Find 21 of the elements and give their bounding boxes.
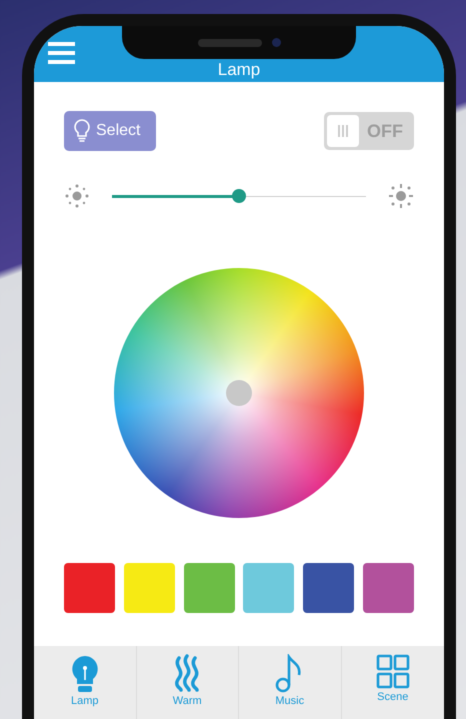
power-toggle[interactable]: OFF: [324, 112, 414, 150]
color-swatch[interactable]: [64, 563, 115, 613]
select-button[interactable]: Select: [64, 111, 156, 151]
color-picker-handle[interactable]: [226, 380, 252, 406]
bright-sun-icon: [388, 183, 414, 209]
dim-sun-icon: [64, 183, 90, 209]
tab-label[interactable]: Scene: [377, 691, 408, 704]
color-swatch[interactable]: [124, 563, 175, 613]
color-swatch[interactable]: [362, 563, 414, 613]
lightbulb-icon[interactable]: [70, 654, 100, 694]
tab-label[interactable]: Warm: [172, 695, 202, 708]
tab-label[interactable]: Music: [275, 695, 304, 708]
brightness-slider[interactable]: [112, 189, 366, 203]
color-swatch[interactable]: [243, 563, 294, 613]
color-swatch[interactable]: [184, 563, 235, 613]
screen-title: Lamp: [216, 60, 262, 80]
color-swatch[interactable]: [303, 563, 354, 613]
grid-icon[interactable]: [376, 654, 410, 690]
tab-label[interactable]: Lamp: [70, 695, 99, 708]
menu-icon[interactable]: [48, 42, 75, 64]
lightbulb-icon: [74, 119, 90, 143]
